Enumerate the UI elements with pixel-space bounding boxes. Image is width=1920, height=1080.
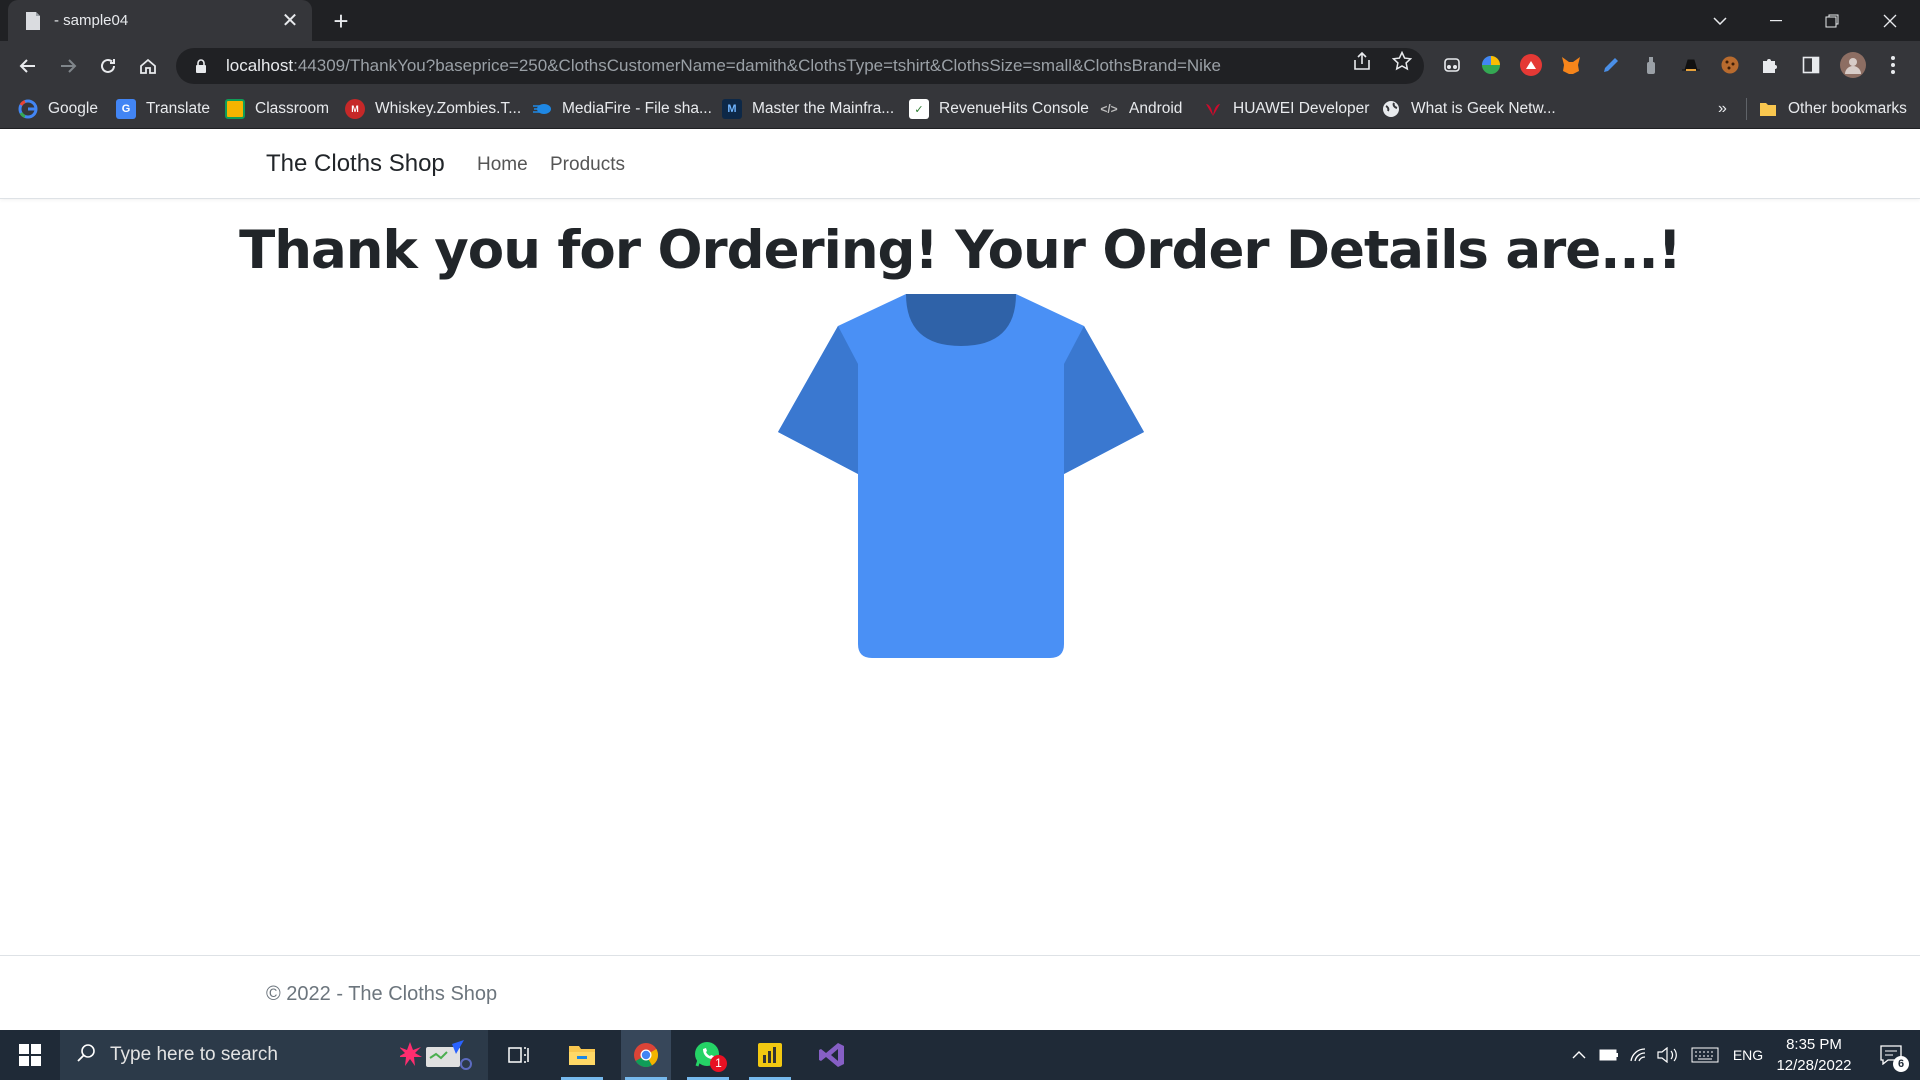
google-icon — [18, 99, 38, 119]
address-bar[interactable]: localhost:44309/ThankYou?baseprice=250&C… — [176, 48, 1424, 84]
site-brand[interactable]: The Cloths Shop — [266, 150, 445, 178]
tab-title: - sample04 — [54, 12, 129, 29]
bookmark-google[interactable]: Google — [18, 98, 98, 120]
bookmark-geek-network[interactable]: What is Geek Netw... — [1381, 98, 1556, 120]
url-text[interactable]: localhost:44309/ThankYou?baseprice=250&C… — [226, 56, 1424, 76]
revenuehits-icon: ✓ — [909, 99, 929, 119]
extensions-puzzle-icon[interactable] — [1759, 54, 1781, 76]
taskbar-search-box[interactable]: Type here to search — [60, 1030, 488, 1080]
visual-studio-icon[interactable] — [807, 1030, 857, 1080]
new-tab-button[interactable]: + — [326, 6, 356, 36]
whatsapp-badge: 1 — [710, 1055, 727, 1072]
notification-count-badge: 6 — [1893, 1056, 1909, 1072]
notification-center-icon[interactable]: 6 — [1868, 1030, 1914, 1080]
tshirt-icon — [778, 294, 1144, 658]
nav-home-link[interactable]: Home — [477, 154, 528, 176]
bottle-extension-icon[interactable] — [1640, 54, 1662, 76]
globe-icon — [1381, 99, 1401, 119]
forward-arrow-icon[interactable] — [52, 50, 84, 82]
lock-icon[interactable] — [192, 57, 210, 75]
code-icon: </> — [1100, 102, 1118, 116]
search-highlight-icon — [398, 1038, 476, 1077]
bookmark-translate[interactable]: G Translate — [116, 98, 210, 120]
site-navbar: The Cloths Shop Home Products — [0, 129, 1920, 199]
share-icon[interactable] — [1351, 50, 1373, 72]
power-bi-icon[interactable] — [745, 1030, 795, 1080]
bookmark-huawei[interactable]: HUAWEI Developer — [1203, 98, 1369, 120]
back-arrow-icon[interactable] — [12, 50, 44, 82]
reload-icon[interactable] — [92, 50, 124, 82]
tab-search-icon[interactable] — [1692, 0, 1748, 41]
search-placeholder: Type here to search — [110, 1044, 278, 1065]
wifi-icon[interactable] — [1626, 1030, 1652, 1080]
bookmark-master-mainframe[interactable]: M Master the Mainfra... — [722, 98, 894, 120]
cookie-extension-icon[interactable] — [1719, 54, 1741, 76]
browser-tab-strip: - sample04 ✕ + — [0, 0, 1920, 41]
tab-close-icon[interactable]: ✕ — [280, 8, 300, 33]
translate-icon: G — [116, 99, 136, 119]
bookmark-android[interactable]: </> Android — [1099, 98, 1182, 120]
bookmark-mediafire[interactable]: MediaFire - File sha... — [532, 98, 712, 120]
close-window-button[interactable] — [1862, 0, 1918, 41]
task-view-icon[interactable] — [494, 1030, 544, 1080]
clock-date: 12/28/2022 — [1776, 1057, 1852, 1074]
huawei-icon — [1203, 99, 1223, 119]
search-icon — [76, 1043, 96, 1068]
page-heading: Thank you for Ordering! Your Order Detai… — [239, 220, 1682, 281]
bookmarks-divider — [1746, 98, 1747, 120]
windows-taskbar: Type here to search 1 ENG 8:35 PM 12/28/… — [0, 1030, 1920, 1080]
nav-products-link[interactable]: Products — [550, 154, 625, 176]
ublock-extension-icon[interactable] — [1520, 54, 1542, 76]
pen-extension-icon[interactable] — [1600, 54, 1622, 76]
whiskey-zombies-icon: M — [345, 99, 365, 119]
browser-tab[interactable]: - sample04 ✕ — [8, 0, 312, 41]
folder-icon — [1758, 99, 1778, 119]
mediafire-icon — [532, 99, 552, 119]
menu-kebab-icon[interactable] — [1882, 54, 1904, 76]
profile-avatar[interactable] — [1840, 52, 1866, 78]
site-footer: © 2022 - The Cloths Shop — [0, 955, 1920, 1030]
classroom-icon — [225, 99, 245, 119]
hat-extension-icon[interactable] — [1680, 54, 1702, 76]
side-panel-icon[interactable] — [1800, 54, 1822, 76]
bookmarks-bar: Google G Translate Classroom M Whiskey.Z… — [0, 90, 1920, 129]
keyboard-icon[interactable] — [1688, 1030, 1722, 1080]
bookmark-classroom[interactable]: Classroom — [225, 98, 329, 120]
minimize-button[interactable] — [1748, 0, 1804, 41]
metamask-fox-icon[interactable] — [1560, 54, 1582, 76]
volume-icon[interactable] — [1654, 1030, 1682, 1080]
bookmark-revenuehits[interactable]: ✓ RevenueHits Console — [909, 98, 1089, 120]
page-icon — [24, 11, 42, 31]
clock-time: 8:35 PM — [1786, 1036, 1842, 1053]
footer-copyright: © 2022 - The Cloths Shop — [266, 983, 498, 1005]
system-clock[interactable]: 8:35 PM 12/28/2022 — [1764, 1034, 1864, 1076]
chrome-taskbar-icon[interactable] — [621, 1030, 671, 1080]
show-hidden-icons[interactable] — [1566, 1030, 1592, 1080]
bookmark-whiskey-zombies[interactable]: M Whiskey.Zombies.T... — [345, 98, 521, 120]
windows-start-button[interactable] — [0, 1030, 60, 1080]
incognito-extension-icon[interactable] — [1441, 54, 1463, 76]
tshirt-image — [778, 294, 1144, 660]
file-explorer-icon[interactable] — [557, 1030, 607, 1080]
home-icon[interactable] — [132, 50, 164, 82]
whatsapp-icon[interactable]: 1 — [683, 1030, 733, 1080]
browser-toolbar: localhost:44309/ThankYou?baseprice=250&C… — [0, 41, 1920, 90]
bookmarks-overflow-button[interactable]: » — [1718, 98, 1727, 120]
mainframe-icon: M — [722, 99, 742, 119]
battery-icon[interactable] — [1596, 1030, 1622, 1080]
bookmark-star-icon[interactable] — [1391, 50, 1413, 72]
color-extension-icon[interactable] — [1480, 54, 1502, 76]
restore-button[interactable] — [1804, 0, 1860, 41]
other-bookmarks-folder[interactable]: Other bookmarks — [1758, 98, 1907, 120]
